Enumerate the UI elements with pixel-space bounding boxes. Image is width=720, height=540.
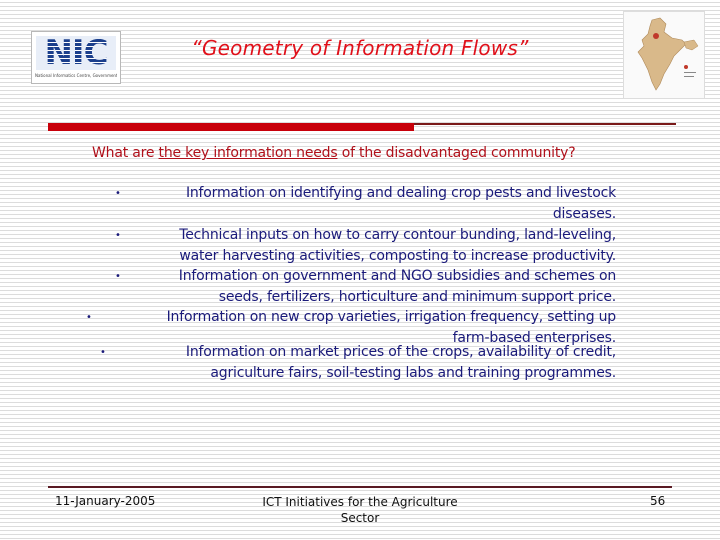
footer-divider xyxy=(48,486,672,488)
bullet-icon: • xyxy=(115,271,121,282)
slide-title: “Geometry of Information Flows” xyxy=(191,36,529,60)
list-item-line: diseases. xyxy=(552,206,616,222)
list-item-line: Information on new crop varieties, irrig… xyxy=(166,309,617,325)
bullet-icon: • xyxy=(100,347,106,358)
nic-logo-tagline: National Informatics Centre, Government … xyxy=(35,73,117,78)
list-item: Information on market prices of the crop… xyxy=(186,342,616,384)
title-divider-bar xyxy=(48,123,414,131)
question-heading: What are the key information needs of th… xyxy=(92,145,652,161)
bullet-icon: • xyxy=(115,188,121,199)
list-item-line: seeds, fertilizers, horticulture and min… xyxy=(218,289,616,305)
question-prefix: What are xyxy=(92,145,159,161)
list-item: Information on identifying and dealing c… xyxy=(186,183,616,225)
list-item-line: Information on market prices of the crop… xyxy=(185,344,616,360)
footer-title-line: Sector xyxy=(340,511,380,525)
bullet-icon: • xyxy=(115,230,121,241)
footer-title: ICT Initiatives for the Agriculture Sect… xyxy=(250,494,470,526)
page-number: 56 xyxy=(650,494,666,508)
nic-logo-text: NIC xyxy=(36,35,116,71)
india-map-icon xyxy=(637,17,699,91)
list-item-line: agriculture fairs, soil-testing labs and… xyxy=(210,365,616,381)
list-item: Information on government and NGO subsid… xyxy=(179,266,616,308)
list-item-line: water harvesting activities, composting … xyxy=(179,248,616,264)
list-item: Technical inputs on how to carry contour… xyxy=(179,225,616,267)
footer-date: 11-January-2005 xyxy=(55,494,156,508)
list-item-line: Information on government and NGO subsid… xyxy=(178,268,616,284)
question-suffix: of the disadvantaged community? xyxy=(337,145,576,161)
list-item-line: Information on identifying and dealing c… xyxy=(185,185,616,201)
bullet-icon: • xyxy=(86,312,92,323)
list-item-line: Technical inputs on how to carry contour… xyxy=(179,227,616,243)
footer-title-line: ICT Initiatives for the Agriculture xyxy=(262,495,458,509)
title-divider-line xyxy=(414,123,676,125)
question-underlined: the key information needs xyxy=(158,145,338,161)
nic-logo: NIC National Informatics Centre, Governm… xyxy=(31,31,121,84)
india-map-image xyxy=(623,11,705,99)
